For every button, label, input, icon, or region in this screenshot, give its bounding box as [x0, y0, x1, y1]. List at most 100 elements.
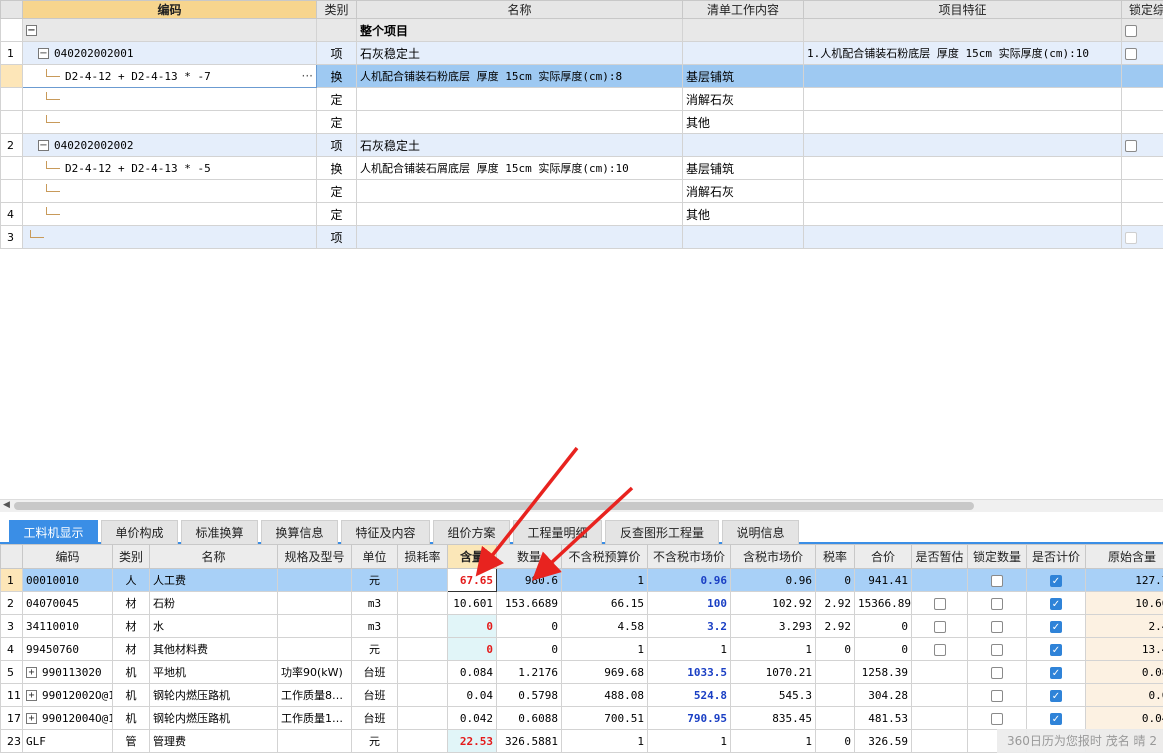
- collapse-icon[interactable]: −: [26, 25, 37, 36]
- content-cell[interactable]: 0: [447, 637, 497, 661]
- table-row[interactable]: 3 项: [0, 225, 1163, 249]
- priced-checkbox[interactable]: ✓: [1050, 620, 1062, 633]
- detail-tabs: 工料机显示 单价构成 标准换算 换算信息 特征及内容 组价方案 工程量明细 反查…: [0, 516, 1163, 544]
- col-quantity[interactable]: 数量: [496, 544, 562, 569]
- tab-quantity-detail[interactable]: 工程量明细: [513, 520, 602, 544]
- table-row[interactable]: 2 04070045 材 石粉 m3 10.601 153.6689 66.15…: [0, 591, 1163, 615]
- provisional-checkbox[interactable]: [933, 643, 946, 656]
- col-unit[interactable]: 单位: [351, 544, 398, 569]
- lock-quantity-checkbox[interactable]: [991, 712, 1003, 725]
- header-name[interactable]: 名称: [356, 0, 683, 19]
- lock-quantity-checkbox[interactable]: [991, 643, 1003, 656]
- tab-description[interactable]: 说明信息: [722, 520, 799, 544]
- header-rownum: [0, 0, 23, 19]
- tab-pricing-plan[interactable]: 组价方案: [433, 520, 510, 544]
- table-row[interactable]: 4 99450760 材 其他材料费 元 0 0 1 1 1 0 0 ✓ 13.…: [0, 637, 1163, 661]
- whole-project-row[interactable]: − 整个项目: [0, 18, 1163, 42]
- table-row-selected[interactable]: 1 00010010 人 人工费 元 67.65 980.6 1 0.96 0.…: [0, 568, 1163, 592]
- collapse-icon[interactable]: −: [38, 48, 49, 59]
- quota-code: D2-4-12 + D2-4-13 * -5: [65, 162, 211, 175]
- priced-checkbox[interactable]: ✓: [1050, 666, 1062, 679]
- priced-checkbox[interactable]: ✓: [1050, 643, 1062, 656]
- scrollbar-thumb[interactable]: [14, 502, 974, 510]
- col-budget-price[interactable]: 不含税预算价: [561, 544, 648, 569]
- lock-quantity-checkbox[interactable]: [991, 597, 1003, 610]
- header-lock[interactable]: 锁定综: [1121, 0, 1163, 19]
- item-code: 040202002002: [54, 139, 134, 152]
- lock-checkbox[interactable]: [1125, 139, 1137, 152]
- lock-quantity-checkbox[interactable]: [991, 666, 1003, 679]
- calendar-notification: 360日历为您报时 茂名 晴 2: [997, 729, 1163, 753]
- header-feature[interactable]: 项目特征: [803, 0, 1122, 19]
- lock-quantity-checkbox[interactable]: [991, 620, 1003, 633]
- priced-checkbox[interactable]: ✓: [1050, 689, 1062, 702]
- table-row[interactable]: 定 消解石灰: [0, 87, 1163, 111]
- col-lock-quantity[interactable]: 锁定数量: [967, 544, 1027, 569]
- collapse-icon[interactable]: −: [38, 140, 49, 151]
- table-row[interactable]: 23 GLF 管 管理费 元 22.53 326.5881 1 1 1 0 32…: [0, 729, 1163, 753]
- scroll-left-icon[interactable]: ◀: [3, 500, 10, 510]
- tab-graphic-quantity[interactable]: 反查图形工程量: [605, 520, 719, 544]
- table-row[interactable]: 5 +990113020 机 平地机 功率90(kW) 台班 0.084 1.2…: [0, 660, 1163, 684]
- table-row[interactable]: 17 +99012004O@1 机 钢轮内燃压路机 工作质量1… 台班 0.04…: [0, 706, 1163, 730]
- tab-unit-price[interactable]: 单价构成: [101, 520, 178, 544]
- header-code[interactable]: 编码: [22, 0, 317, 19]
- table-row[interactable]: 11 +99012002O@1 机 钢轮内燃压路机 工作质量8… 台班 0.04…: [0, 683, 1163, 707]
- col-spec[interactable]: 规格及型号: [277, 544, 352, 569]
- table-row[interactable]: 3 34110010 材 水 m3 0 0 4.58 3.2 3.293 2.9…: [0, 614, 1163, 638]
- provisional-checkbox[interactable]: [933, 620, 946, 633]
- tab-conversion-info[interactable]: 换算信息: [261, 520, 338, 544]
- content-cell[interactable]: 0.084: [447, 660, 497, 684]
- table-row[interactable]: 1 −040202002001 项 石灰稳定土 1.人机配合铺装石粉底层 厚度 …: [0, 41, 1163, 65]
- table-row[interactable]: 定 消解石灰: [0, 179, 1163, 203]
- whole-project-label: 整个项目: [356, 18, 683, 42]
- table-row-selected[interactable]: D2-4-12 + D2-4-13 * -7 ··· 换 人机配合铺装石粉底层 厚…: [0, 64, 1163, 88]
- col-tax-rate[interactable]: 税率: [815, 544, 855, 569]
- header-rownum: [0, 544, 23, 569]
- col-loss-rate[interactable]: 损耗率: [397, 544, 448, 569]
- content-cell[interactable]: 0: [447, 614, 497, 638]
- priced-checkbox[interactable]: ✓: [1050, 597, 1062, 610]
- tab-standard-conversion[interactable]: 标准换算: [181, 520, 258, 544]
- col-original-content[interactable]: 原始含量: [1085, 544, 1163, 569]
- col-name[interactable]: 名称: [149, 544, 278, 569]
- content-cell[interactable]: 10.601: [447, 591, 497, 615]
- content-cell[interactable]: 0.042: [447, 706, 497, 730]
- table-row[interactable]: 2 −040202002002 项 石灰稳定土: [0, 133, 1163, 157]
- table-row[interactable]: D2-4-12 + D2-4-13 * -5 换 人机配合铺装石屑底层 厚度 1…: [0, 156, 1163, 180]
- col-priced[interactable]: 是否计价: [1026, 544, 1086, 569]
- horizontal-scrollbar[interactable]: ◀: [0, 499, 1163, 512]
- expand-icon[interactable]: +: [26, 690, 37, 701]
- table-row[interactable]: 定 其他: [0, 110, 1163, 134]
- content-cell[interactable]: 67.65: [447, 568, 497, 592]
- lock-quantity-checkbox[interactable]: [991, 689, 1003, 702]
- priced-checkbox[interactable]: ✓: [1050, 574, 1062, 587]
- content-cell[interactable]: 0.04: [447, 683, 497, 707]
- lock-checkbox[interactable]: [1125, 231, 1137, 244]
- item-code: 040202002001: [54, 47, 134, 60]
- col-taxed-market-price[interactable]: 含税市场价: [730, 544, 816, 569]
- col-content[interactable]: 含量: [447, 544, 497, 569]
- quota-code: D2-4-12 + D2-4-13 * -7: [65, 70, 211, 83]
- tab-labor-material-machine[interactable]: 工料机显示: [9, 520, 98, 544]
- more-icon[interactable]: ···: [302, 69, 313, 83]
- expand-icon[interactable]: +: [26, 713, 37, 724]
- content-cell[interactable]: 22.53: [447, 729, 497, 753]
- bill-grid: 编码 类别 名称 清单工作内容 项目特征 锁定综 − 整个项目 1 −04020…: [0, 0, 1163, 498]
- lock-quantity-checkbox[interactable]: [991, 574, 1003, 587]
- col-total[interactable]: 合价: [854, 544, 912, 569]
- col-code[interactable]: 编码: [22, 544, 113, 569]
- lock-checkbox[interactable]: [1125, 47, 1137, 60]
- table-row[interactable]: 4 定 其他: [0, 202, 1163, 226]
- expand-icon[interactable]: +: [26, 667, 37, 678]
- col-provisional[interactable]: 是否暂估: [911, 544, 968, 569]
- lock-checkbox[interactable]: [1125, 24, 1137, 37]
- resource-grid: 编码 类别 名称 规格及型号 单位 损耗率 含量 数量 不含税预算价 不含税市场…: [0, 544, 1163, 753]
- tab-features[interactable]: 特征及内容: [341, 520, 430, 544]
- provisional-checkbox[interactable]: [933, 597, 946, 610]
- header-category[interactable]: 类别: [316, 0, 357, 19]
- col-market-price[interactable]: 不含税市场价: [647, 544, 731, 569]
- priced-checkbox[interactable]: ✓: [1050, 712, 1062, 725]
- header-work-content[interactable]: 清单工作内容: [682, 0, 804, 19]
- col-category[interactable]: 类别: [112, 544, 150, 569]
